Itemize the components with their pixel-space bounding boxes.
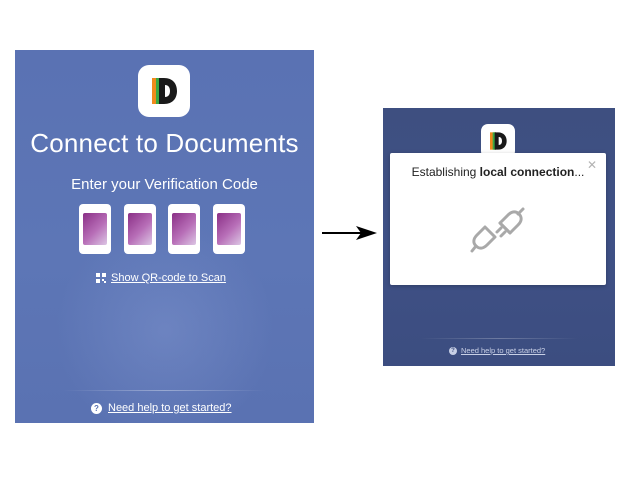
- code-digit-4[interactable]: [213, 204, 245, 254]
- help-circle-icon: ?: [91, 402, 102, 414]
- connection-dialog: Establishing local connection... ✕: [390, 153, 606, 285]
- page-title: Connect to Documents: [30, 128, 299, 158]
- divider: [420, 338, 578, 339]
- help-link-label: Need help to get started?: [461, 346, 546, 355]
- verification-code-group: [79, 204, 249, 256]
- help-link-label: Need help to get started?: [108, 402, 232, 414]
- qr-link-label: Show QR-code to Scan: [111, 272, 226, 284]
- documents-app-logo-icon: [138, 65, 190, 117]
- dialog-title: Establishing local connection...: [411, 165, 585, 179]
- code-digit-2[interactable]: [124, 204, 156, 254]
- close-icon[interactable]: ✕: [587, 158, 597, 172]
- help-link[interactable]: ? Need help to get started?: [449, 346, 545, 355]
- divider: [63, 390, 266, 391]
- arrow-right-icon: [322, 225, 378, 246]
- help-link[interactable]: ? Need help to get started?: [91, 402, 232, 414]
- verification-prompt: Enter your Verification Code: [71, 176, 258, 193]
- connect-screen: Connect to Documents Enter your Verifica…: [15, 50, 314, 423]
- code-digit-1[interactable]: [79, 204, 111, 254]
- code-digit-3[interactable]: [168, 204, 200, 254]
- show-qr-code-link[interactable]: Show QR-code to Scan: [96, 272, 226, 284]
- qr-code-icon: [96, 273, 106, 283]
- plug-disconnected-icon: [470, 201, 526, 262]
- help-circle-icon: ?: [449, 346, 457, 355]
